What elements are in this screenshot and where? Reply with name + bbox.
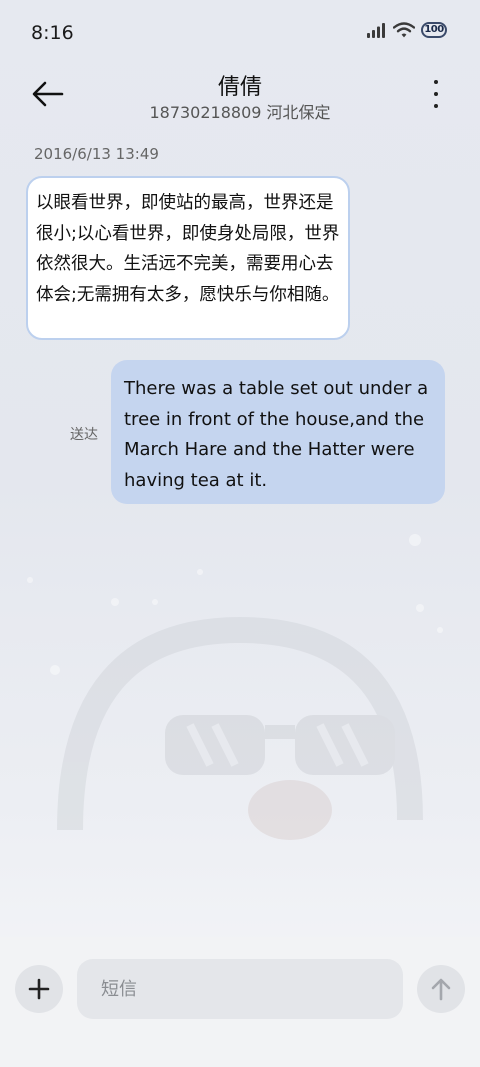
status-icons: 100 — [367, 22, 447, 38]
send-button[interactable] — [417, 965, 465, 1013]
more-vertical-icon — [434, 80, 438, 84]
outgoing-message-bubble[interactable]: There was a table set out under a tree i… — [111, 360, 445, 504]
contact-phone-location: 18730218809 河北保定 — [149, 103, 331, 122]
battery-icon: 100 — [421, 22, 447, 38]
plus-icon — [28, 978, 50, 1000]
message-timestamp: 2016/6/13 13:49 — [34, 145, 159, 163]
background-illustration — [27, 534, 443, 840]
composer-bar — [0, 937, 480, 1067]
delivery-status: 送达 — [70, 427, 98, 443]
sms-input[interactable] — [77, 959, 403, 1019]
contact-name: 倩倩 — [217, 75, 262, 100]
incoming-message-bubble[interactable]: 以眼看世界，即使站的最高，世界还是很小;以心看世界，即使身处局限，世界依然很大。… — [26, 176, 350, 340]
conversation-header: 倩倩 18730218809 河北保定 — [0, 66, 480, 130]
status-time: 8:16 — [31, 22, 74, 44]
status-bar: 8:16 100 — [0, 0, 480, 66]
wifi-icon — [393, 22, 415, 38]
add-attachment-button[interactable] — [15, 965, 63, 1013]
signal-icon — [367, 23, 385, 38]
send-arrow-icon — [431, 978, 451, 1001]
more-options-button[interactable] — [428, 78, 444, 110]
